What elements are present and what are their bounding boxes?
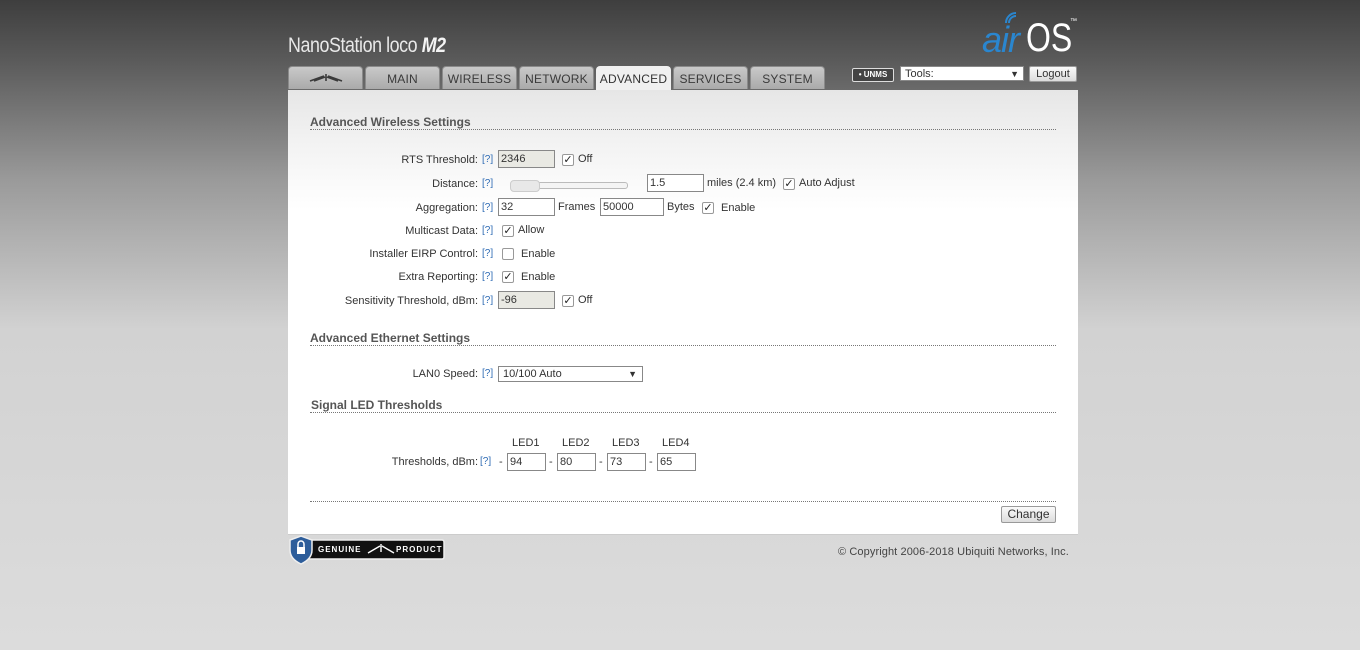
logo-os: OS — [1026, 16, 1073, 60]
dropdown-arrow-icon: ▼ — [628, 369, 637, 379]
eirp-enable-checkbox[interactable] — [502, 248, 514, 260]
extra-reporting-help-link[interactable]: [?] — [482, 271, 493, 282]
advanced-settings-panel: Advanced Wireless Settings RTS Threshold… — [288, 90, 1078, 534]
change-button[interactable]: Change — [1001, 506, 1056, 523]
tab-label: NETWORK — [525, 72, 588, 86]
dropdown-arrow-icon: ▼ — [1010, 69, 1019, 79]
rts-threshold-label: RTS Threshold: — [401, 154, 478, 166]
tab-wireless[interactable]: WIRELESS — [442, 66, 517, 89]
aggregation-enable-label: Enable — [721, 202, 756, 214]
thresholds-label: Thresholds, dBm: — [391, 456, 478, 468]
multicast-help-link[interactable]: [?] — [482, 225, 493, 236]
tab-advanced[interactable]: ADVANCED — [596, 66, 671, 91]
tab-home[interactable] — [288, 66, 363, 89]
bottom-divider — [310, 501, 1056, 502]
distance-units: miles (2.4 km) — [707, 177, 777, 189]
led1-header: LED1 — [512, 437, 540, 449]
distance-input[interactable]: 1.5 — [647, 174, 704, 192]
airos-logo: air OS ™ — [982, 12, 1082, 60]
tab-label: SYSTEM — [762, 72, 813, 86]
extra-reporting-enable-label: Enable — [521, 271, 556, 283]
product-suffix: loco — [386, 34, 418, 57]
ubiquiti-logo-icon — [309, 74, 342, 82]
tab-system[interactable]: SYSTEM — [750, 66, 825, 89]
led2-header: LED2 — [562, 437, 590, 449]
tab-label: ADVANCED — [599, 72, 668, 86]
multicast-allow-label: Allow — [518, 224, 545, 236]
logo-tm: ™ — [1070, 18, 1077, 25]
aggregation-enable-checkbox[interactable]: ✓ — [702, 202, 714, 214]
eirp-help-link[interactable]: [?] — [482, 248, 493, 259]
product-name: NanoStation loco M2 — [288, 34, 446, 58]
logo-air: air — [982, 19, 1020, 60]
lan0-help-link[interactable]: [?] — [482, 368, 493, 379]
eirp-enable-label: Enable — [521, 248, 556, 260]
sensitivity-off-label: Off — [578, 294, 593, 306]
sensitivity-help-link[interactable]: [?] — [482, 295, 493, 306]
tools-value: Tools: — [905, 68, 934, 80]
multicast-label: Multicast Data: — [405, 225, 478, 237]
aggregation-bytes-input[interactable]: 50000 — [600, 198, 664, 216]
rts-off-checkbox[interactable]: ✓ — [562, 154, 574, 166]
section-divider — [310, 412, 1056, 413]
tab-label: MAIN — [387, 72, 418, 86]
genuine-label: GENUINE — [318, 545, 362, 554]
thresholds-help-link[interactable]: [?] — [480, 456, 491, 467]
bytes-label: Bytes — [667, 201, 695, 213]
section-title-signal-led: Signal LED Thresholds — [311, 398, 443, 412]
section-title-wireless: Advanced Wireless Settings — [310, 115, 471, 129]
sensitivity-input[interactable]: -96 — [498, 291, 555, 309]
tab-label: SERVICES — [679, 72, 742, 86]
threshold-dash: - — [599, 456, 603, 468]
threshold-dash: - — [549, 456, 553, 468]
aggregation-help-link[interactable]: [?] — [482, 202, 493, 213]
lan0-speed-select[interactable]: 10/100 Auto ▼ — [498, 366, 643, 382]
threshold-dash: - — [649, 456, 653, 468]
unms-label: UNMS — [863, 70, 888, 79]
copyright-text: © Copyright 2006-2018 Ubiquiti Networks,… — [838, 546, 1069, 558]
tools-select[interactable]: Tools: ▼ — [900, 66, 1024, 81]
section-title-ethernet: Advanced Ethernet Settings — [310, 331, 471, 345]
product-model: M2 — [421, 34, 446, 57]
logout-button[interactable]: Logout — [1029, 66, 1077, 82]
sensitivity-label: Sensitivity Threshold, dBm: — [344, 295, 478, 307]
lan0-speed-value: 10/100 Auto — [503, 368, 562, 380]
tab-network[interactable]: NETWORK — [519, 66, 594, 89]
lan0-speed-label: LAN0 Speed: — [412, 368, 478, 380]
led4-threshold-input[interactable]: 65 — [657, 453, 696, 471]
section-divider — [310, 345, 1056, 346]
extra-reporting-checkbox[interactable]: ✓ — [502, 271, 514, 283]
led1-threshold-input[interactable]: 94 — [507, 453, 546, 471]
product-label: PRODUCT — [396, 545, 443, 554]
distance-help-link[interactable]: [?] — [482, 178, 493, 189]
tab-main[interactable]: MAIN — [365, 66, 440, 89]
multicast-allow-checkbox[interactable]: ✓ — [502, 225, 514, 237]
led4-header: LED4 — [662, 437, 690, 449]
led2-threshold-input[interactable]: 80 — [557, 453, 596, 471]
frames-label: Frames — [558, 201, 596, 213]
sensitivity-off-checkbox[interactable]: ✓ — [562, 295, 574, 307]
unms-badge[interactable]: • UNMS — [852, 68, 894, 82]
aggregation-label: Aggregation: — [415, 202, 478, 214]
auto-adjust-checkbox[interactable]: ✓ — [783, 178, 795, 190]
genuine-product-badge: GENUINE PRODUCT — [288, 535, 446, 565]
distance-label: Distance: — [432, 178, 478, 190]
auto-adjust-label: Auto Adjust — [799, 177, 855, 189]
section-divider — [310, 129, 1056, 130]
rts-help-link[interactable]: [?] — [482, 154, 493, 165]
distance-slider-handle[interactable] — [510, 180, 540, 192]
tab-label: WIRELESS — [447, 72, 512, 86]
extra-reporting-label: Extra Reporting: — [398, 271, 478, 283]
product-prefix: NanoStation — [288, 34, 382, 57]
aggregation-frames-input[interactable]: 32 — [498, 198, 555, 216]
threshold-dash: - — [499, 456, 503, 468]
led3-header: LED3 — [612, 437, 640, 449]
rts-threshold-input[interactable]: 2346 — [498, 150, 555, 168]
rts-off-label: Off — [578, 153, 593, 165]
eirp-label: Installer EIRP Control: — [369, 248, 478, 260]
tab-services[interactable]: SERVICES — [673, 66, 748, 89]
led3-threshold-input[interactable]: 73 — [607, 453, 646, 471]
